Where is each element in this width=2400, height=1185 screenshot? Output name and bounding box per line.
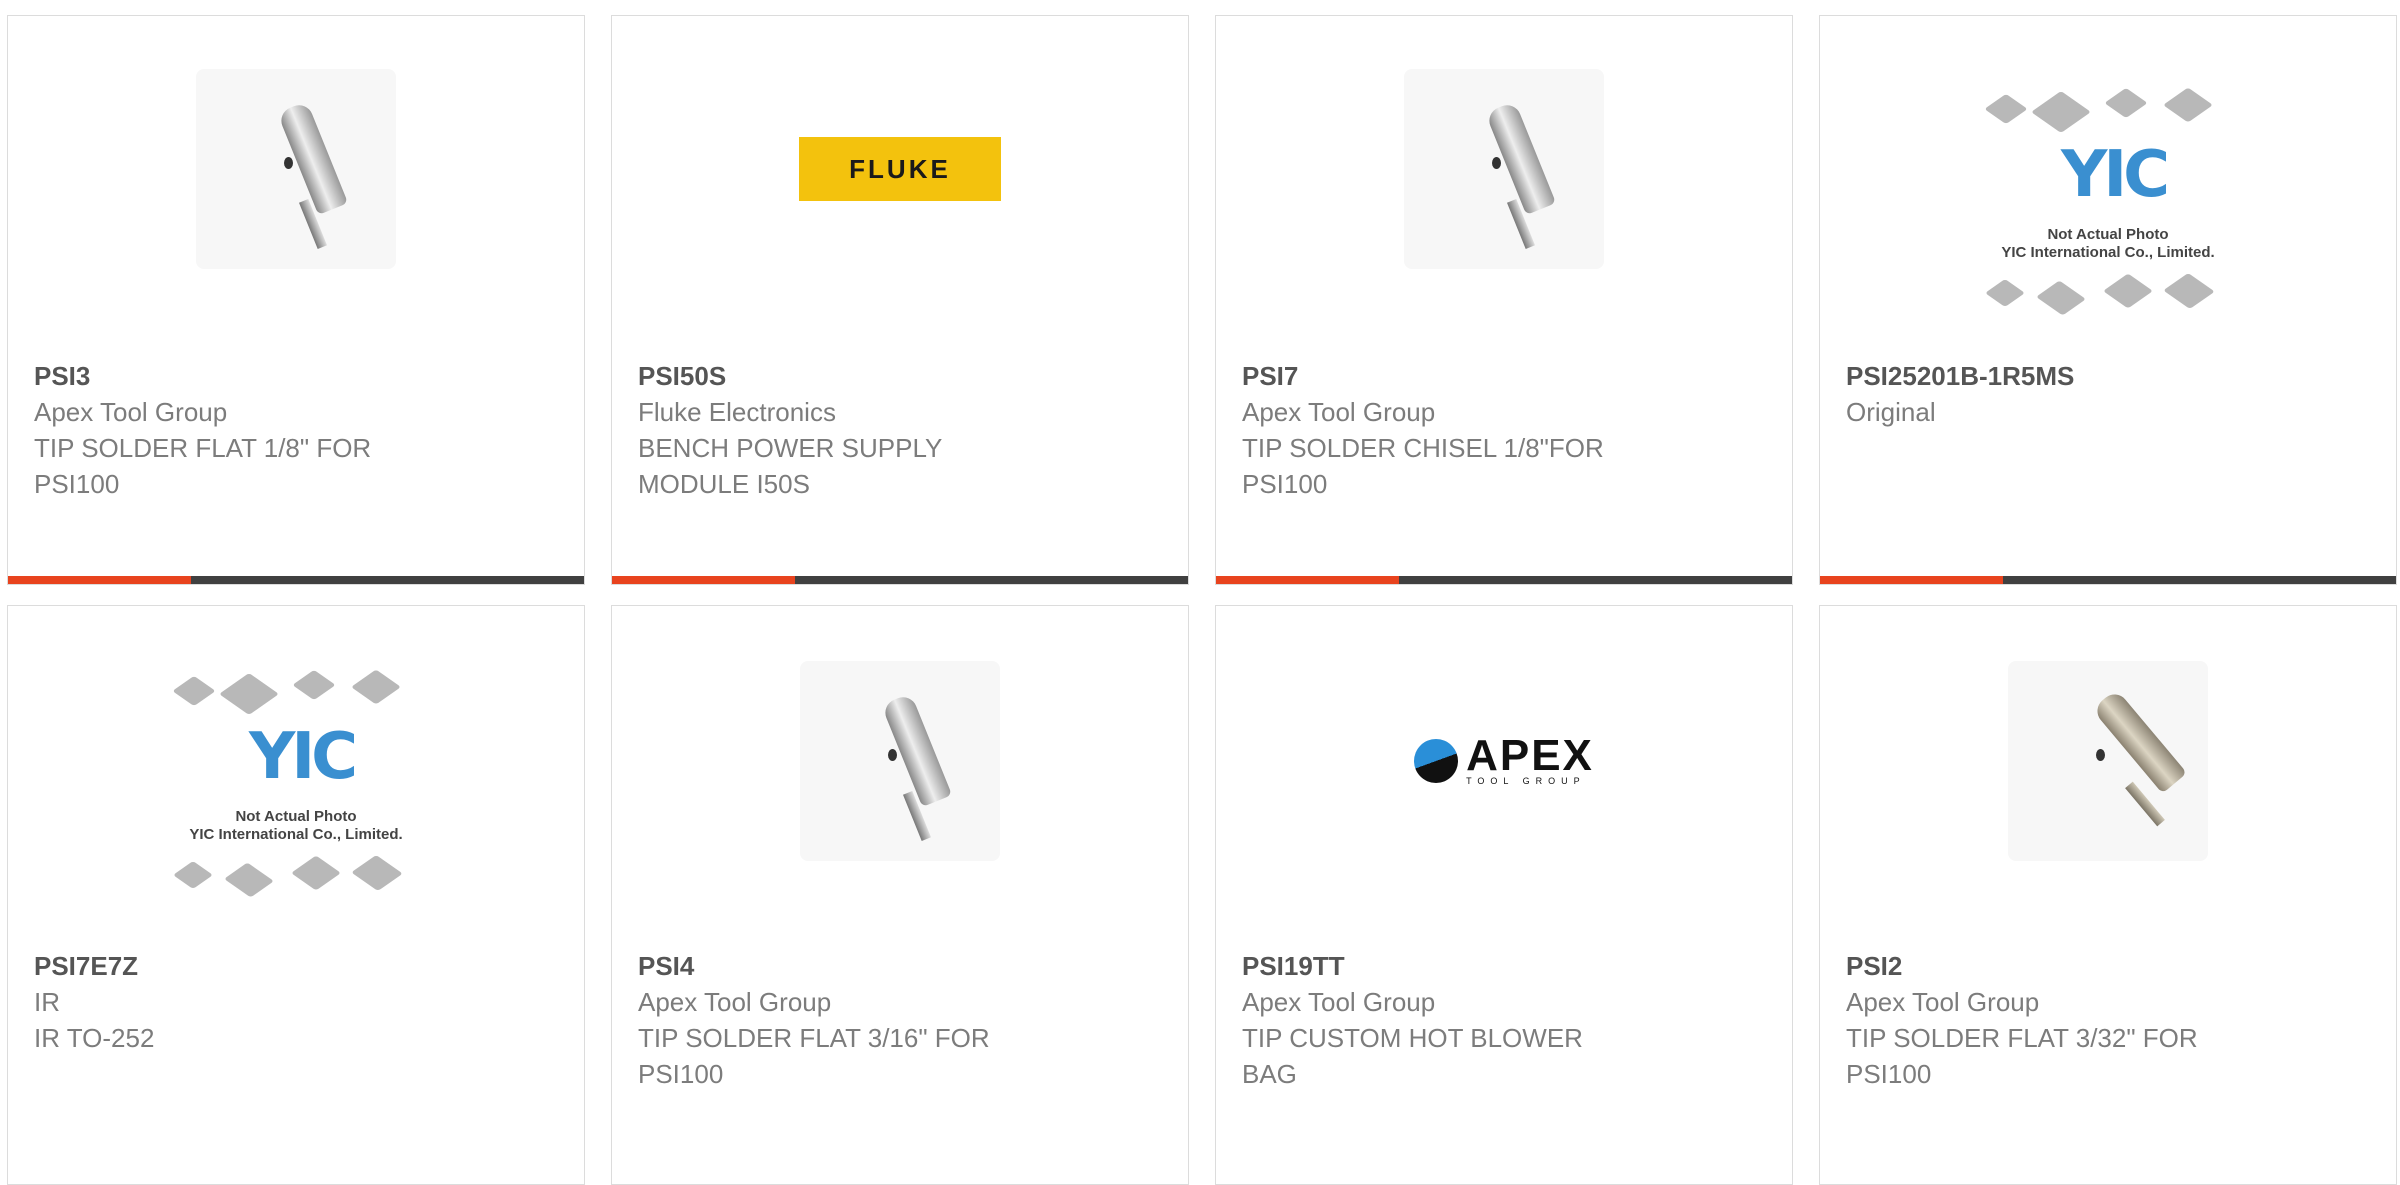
part-number-link[interactable]: PSI3: [34, 358, 564, 394]
product-image[interactable]: [8, 64, 584, 274]
yic-placeholder-image: YIC Not Actual Photo YIC International C…: [1973, 76, 2243, 326]
solder-tip-photo: [2008, 661, 2208, 861]
description-line: TIP CUSTOM HOT BLOWER: [1242, 1023, 1583, 1053]
description-line: MODULE I50S: [638, 469, 810, 499]
product-card[interactable]: YIC Not Actual Photo YIC International C…: [7, 605, 585, 1185]
product-image[interactable]: [1820, 656, 2396, 866]
manufacturer: Apex Tool Group: [34, 397, 228, 427]
product-grid: PSI3 Apex Tool Group TIP SOLDER FLAT 1/8…: [0, 0, 2400, 1185]
manufacturer: IR: [34, 987, 60, 1017]
description-line: TIP SOLDER FLAT 1/8" FOR: [34, 433, 372, 463]
description-line: PSI100: [34, 469, 120, 499]
solder-tip-photo: [196, 69, 396, 269]
part-number-link[interactable]: PSI50S: [638, 358, 1168, 394]
description-line: BAG: [1242, 1059, 1297, 1089]
part-number-link[interactable]: PSI4: [638, 948, 1168, 984]
description-line: BENCH POWER SUPPLY: [638, 433, 943, 463]
description-line: TIP SOLDER FLAT 3/32" FOR: [1846, 1023, 2198, 1053]
card-bottom-bar: [8, 576, 584, 584]
manufacturer: Apex Tool Group: [1242, 397, 1436, 427]
product-card[interactable]: PSI7 Apex Tool Group TIP SOLDER CHISEL 1…: [1215, 15, 1793, 585]
solder-tip-photo: [800, 661, 1000, 861]
product-image[interactable]: APEX TOOL GROUP: [1216, 656, 1792, 866]
part-number-link[interactable]: PSI7: [1242, 358, 1772, 394]
product-image[interactable]: [1216, 64, 1792, 274]
description-line: IR TO-252: [34, 1023, 155, 1053]
manufacturer: Fluke Electronics: [638, 397, 836, 427]
part-number-link[interactable]: PSI2: [1846, 948, 2376, 984]
product-card[interactable]: PSI3 Apex Tool Group TIP SOLDER FLAT 1/8…: [7, 15, 585, 585]
card-bottom-bar: [1216, 576, 1792, 584]
product-card[interactable]: PSI4 Apex Tool Group TIP SOLDER FLAT 3/1…: [611, 605, 1189, 1185]
product-card[interactable]: FLUKE PSI50S Fluke Electronics BENCH POW…: [611, 15, 1189, 585]
description-line: PSI100: [1846, 1059, 1932, 1089]
solder-tip-photo: [1404, 69, 1604, 269]
part-number-link[interactable]: PSI25201B-1R5MS: [1846, 358, 2376, 394]
part-number-link[interactable]: PSI7E7Z: [34, 948, 564, 984]
description-line: PSI100: [638, 1059, 724, 1089]
manufacturer: Apex Tool Group: [1846, 987, 2040, 1017]
manufacturer: Original: [1846, 397, 1936, 427]
product-card[interactable]: YIC Not Actual Photo YIC International C…: [1819, 15, 2397, 585]
description-line: TIP SOLDER FLAT 3/16" FOR: [638, 1023, 990, 1053]
apex-logo: APEX TOOL GROUP: [1414, 734, 1594, 786]
card-bottom-bar: [612, 576, 1188, 584]
card-bottom-bar: [1820, 576, 2396, 584]
product-image[interactable]: FLUKE: [612, 64, 1188, 274]
yic-placeholder-image: YIC Not Actual Photo YIC International C…: [161, 658, 431, 908]
product-card[interactable]: PSI2 Apex Tool Group TIP SOLDER FLAT 3/3…: [1819, 605, 2397, 1185]
product-image[interactable]: YIC Not Actual Photo YIC International C…: [1820, 87, 2396, 316]
product-card[interactable]: APEX TOOL GROUP PSI19TT Apex Tool Group …: [1215, 605, 1793, 1185]
manufacturer: Apex Tool Group: [1242, 987, 1436, 1017]
manufacturer: Apex Tool Group: [638, 987, 832, 1017]
description-line: PSI100: [1242, 469, 1328, 499]
product-image[interactable]: [612, 656, 1188, 866]
description-line: TIP SOLDER CHISEL 1/8"FOR: [1242, 433, 1604, 463]
product-image[interactable]: YIC Not Actual Photo YIC International C…: [8, 669, 584, 898]
part-number-link[interactable]: PSI19TT: [1242, 948, 1772, 984]
fluke-logo: FLUKE: [799, 137, 1001, 201]
